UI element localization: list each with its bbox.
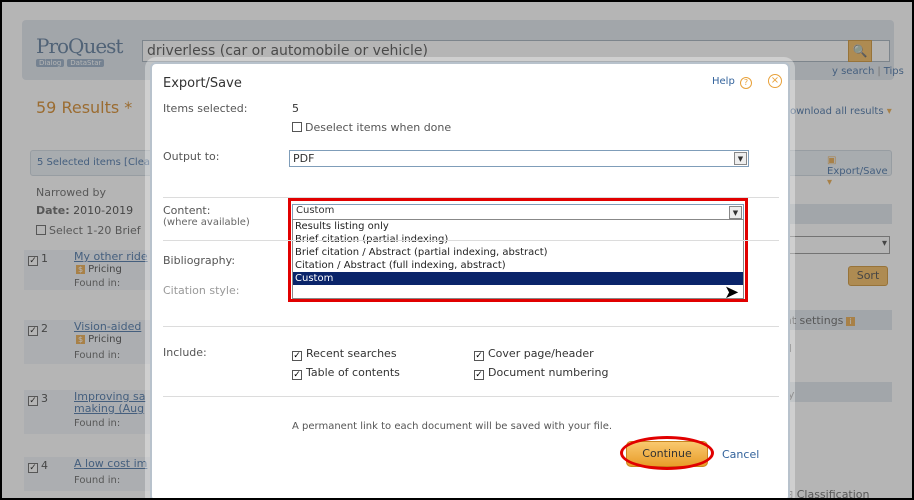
content-options-list: Results listing only Brief citation (par…	[292, 219, 744, 299]
doc-numbering-label: Document numbering	[488, 366, 609, 379]
content-option[interactable]: Brief citation / Abstract (partial index…	[293, 246, 743, 259]
toc-checkbox[interactable]: ✓	[292, 370, 302, 380]
content-option[interactable]: Citation / Abstract (full indexing, abst…	[293, 259, 743, 272]
cancel-link[interactable]: Cancel	[722, 448, 759, 461]
content-option-selected[interactable]: Custom	[293, 272, 743, 285]
screenshot-frame: ProQuest Dialog DataStar driverless (car…	[0, 0, 914, 500]
items-selected-value: 5	[292, 102, 299, 115]
mouse-cursor-icon: ➤	[724, 282, 740, 303]
content-sublabel: (where available)	[163, 217, 250, 228]
deselect-checkbox[interactable]	[292, 122, 302, 132]
divider	[163, 326, 779, 327]
export-save-dialog: Export/Save Help ? × Items selected: 5 D…	[150, 62, 790, 498]
include-label: Include:	[163, 346, 207, 359]
recent-searches-checkbox[interactable]: ✓	[292, 351, 302, 361]
content-value: Custom	[296, 205, 335, 216]
close-icon[interactable]: ×	[768, 74, 782, 88]
output-to-label: Output to:	[163, 150, 220, 163]
toc-label: Table of contents	[306, 366, 400, 379]
deselect-option[interactable]: Deselect items when done	[292, 121, 451, 134]
help-link[interactable]: Help ?	[712, 76, 752, 89]
deselect-label: Deselect items when done	[305, 121, 452, 134]
divider	[163, 396, 779, 397]
chevron-down-icon[interactable]: ▼	[734, 152, 747, 165]
bibliography-label: Bibliography:	[163, 254, 236, 267]
output-value: PDF	[293, 152, 315, 165]
help-label: Help	[712, 76, 735, 87]
content-select[interactable]: Custom ▼	[292, 204, 744, 220]
cover-page-checkbox[interactable]: ✓	[474, 351, 484, 361]
cover-page-label: Cover page/header	[488, 347, 594, 360]
output-select[interactable]: PDF ▼	[289, 150, 749, 167]
include-cover-page[interactable]: ✓ Cover page/header	[474, 347, 594, 361]
chevron-down-icon[interactable]: ▼	[729, 206, 742, 219]
permanent-link-note: A permanent link to each document will b…	[292, 421, 613, 432]
help-icon: ?	[740, 77, 752, 89]
doc-numbering-checkbox[interactable]: ✓	[474, 370, 484, 380]
include-document-numbering[interactable]: ✓ Document numbering	[474, 366, 608, 380]
divider	[163, 240, 779, 241]
content-label: Content:	[163, 204, 211, 217]
recent-searches-label: Recent searches	[306, 347, 397, 360]
include-table-of-contents[interactable]: ✓ Table of contents	[292, 366, 400, 380]
citation-style-label: Citation style:	[163, 284, 240, 297]
include-recent-searches[interactable]: ✓ Recent searches	[292, 347, 397, 361]
dialog-title: Export/Save	[163, 76, 242, 91]
items-selected-label: Items selected:	[163, 102, 248, 115]
continue-highlight	[620, 436, 714, 470]
content-option[interactable]: Results listing only	[293, 220, 743, 233]
